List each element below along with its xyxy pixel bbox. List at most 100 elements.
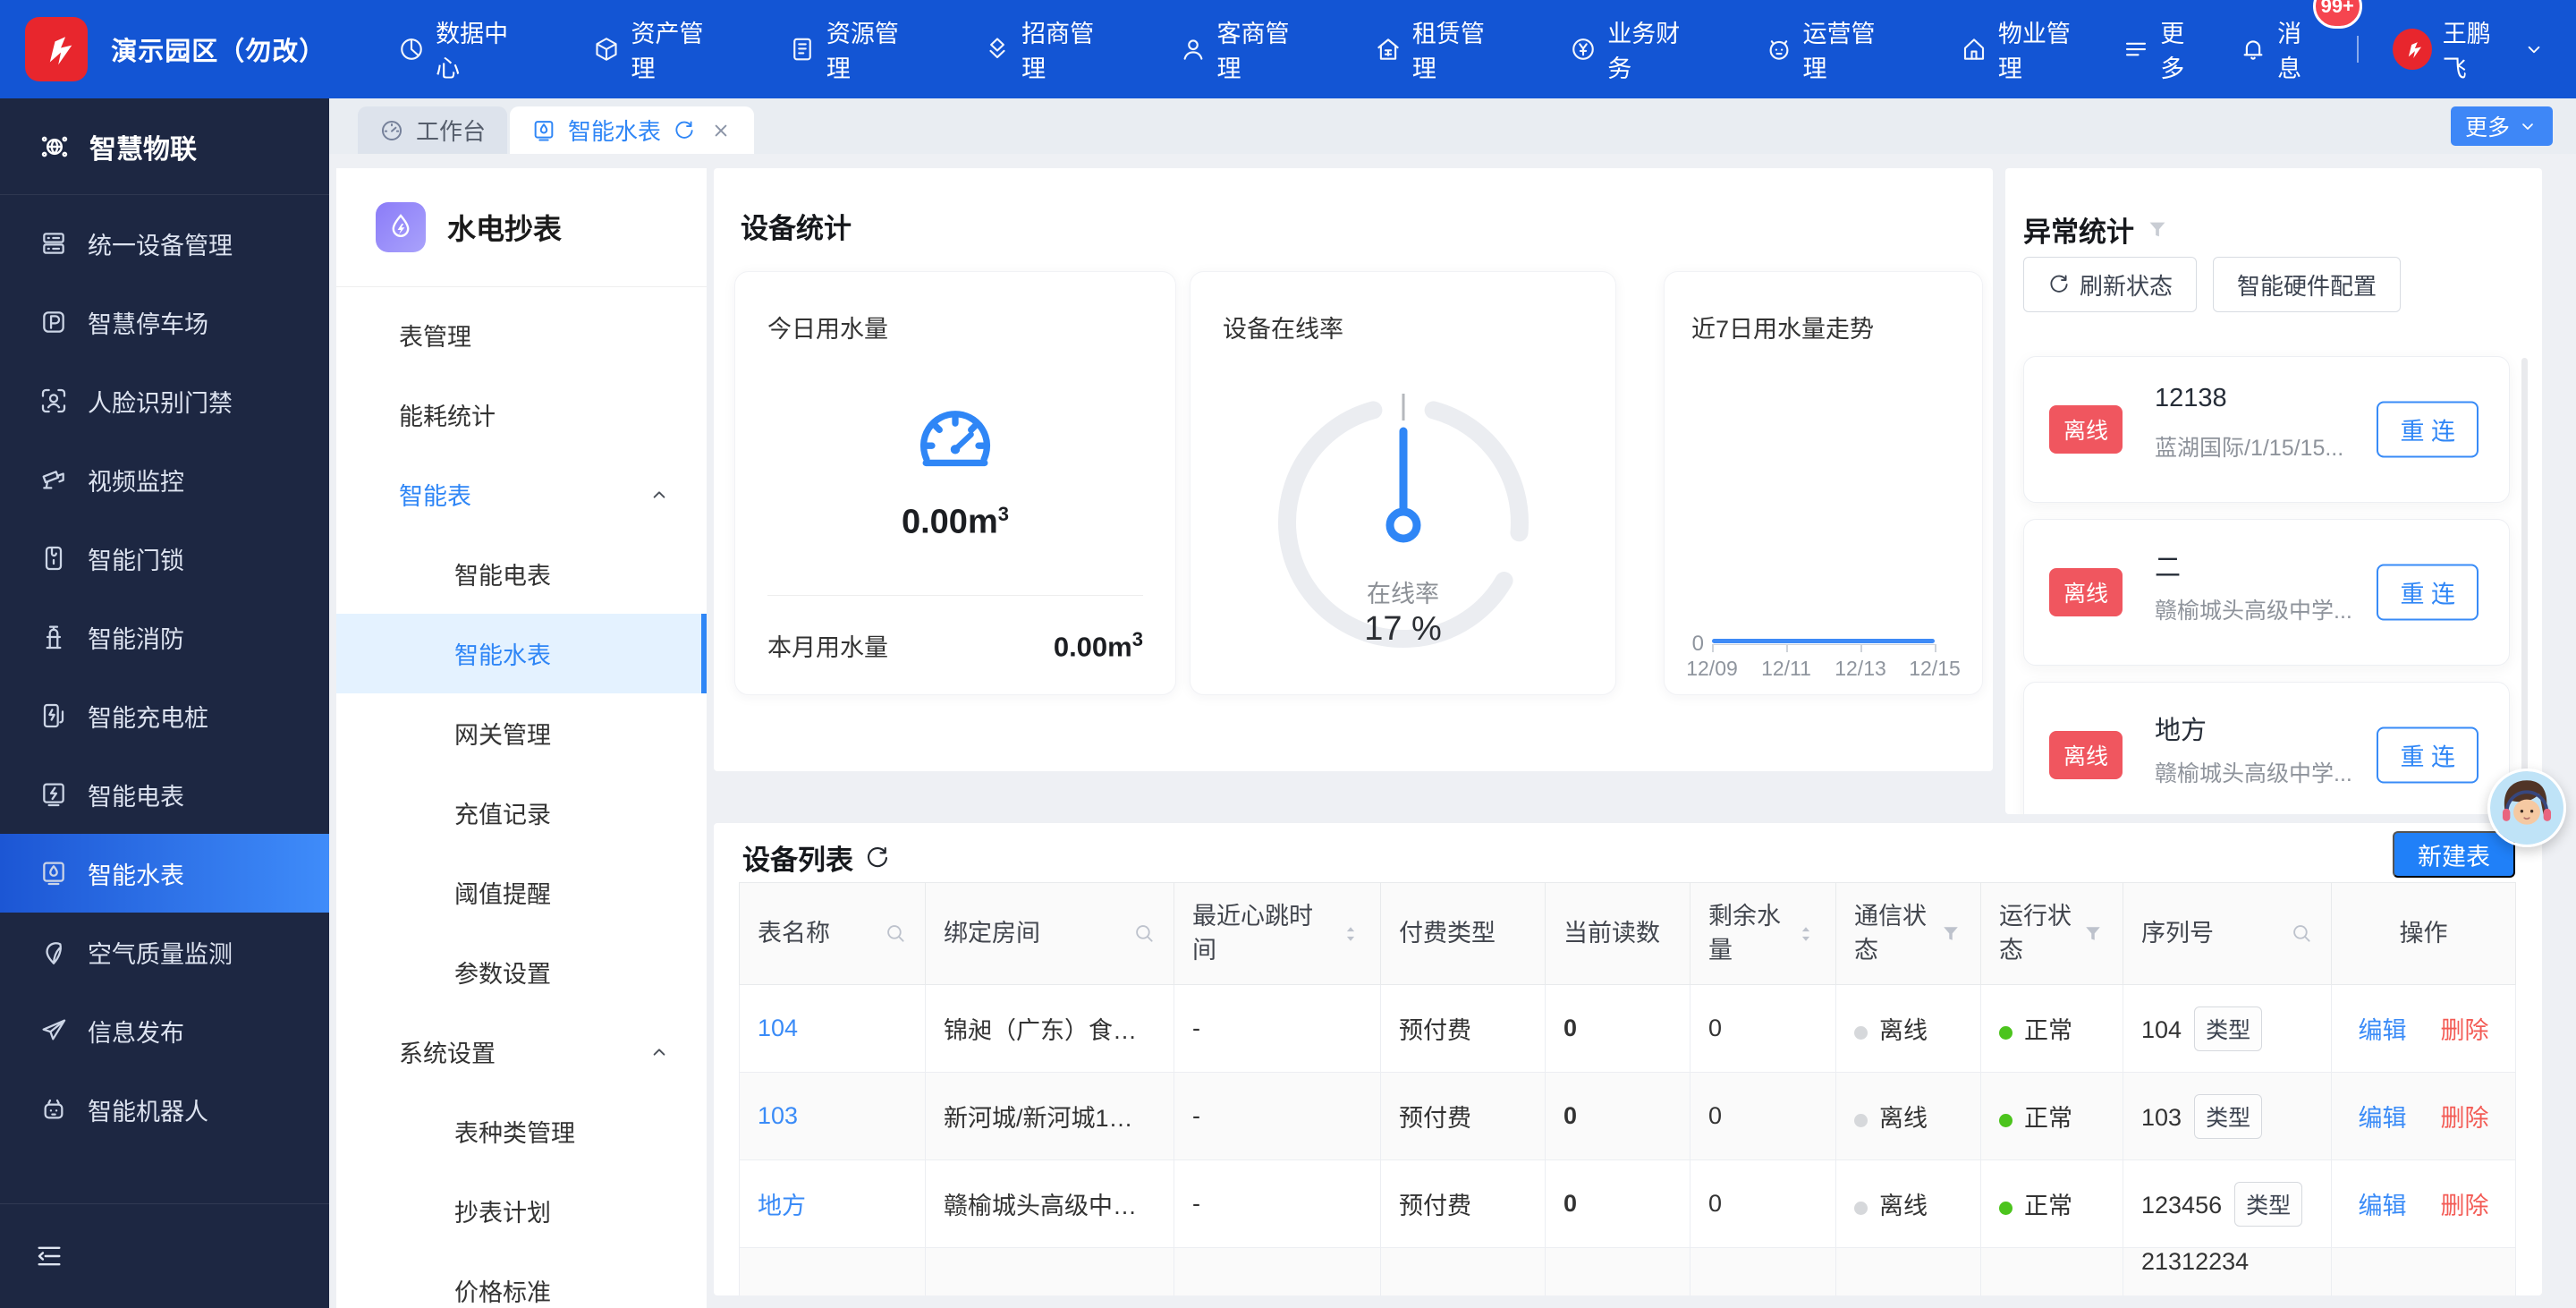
edit-link[interactable]: 编辑 [2359, 1186, 2407, 1221]
column-header[interactable]: 表名称 [740, 883, 926, 985]
sidebar-item-air[interactable]: 空气质量监测 [0, 913, 329, 991]
type-tag[interactable]: 类型 [2194, 1006, 2262, 1051]
edit-link[interactable]: 编辑 [2359, 1099, 2407, 1134]
tab-active[interactable]: 智能水表 [510, 106, 754, 154]
submenu-item[interactable]: 表种类管理 [336, 1091, 707, 1171]
filter-icon[interactable] [1939, 922, 1962, 946]
submenu-item[interactable]: 阈值提醒 [336, 853, 707, 932]
top-nav-item[interactable]: 客商管理 [1147, 0, 1342, 98]
app-logo[interactable] [25, 17, 88, 81]
invest-icon [984, 36, 1011, 63]
column-header[interactable]: 序列号 [2123, 883, 2332, 985]
submenu-item[interactable]: 智能电表 [336, 534, 707, 614]
messages-button[interactable]: 消息 99+ [2240, 14, 2323, 84]
column-header[interactable]: 运行状态 [1981, 883, 2123, 985]
search-icon[interactable] [884, 922, 907, 945]
search-icon[interactable] [1132, 922, 1156, 945]
meter-name-link[interactable]: 104 [758, 1015, 798, 1041]
top-nav-item[interactable]: 运营管理 [1733, 0, 1928, 98]
filter-icon[interactable] [2145, 217, 2170, 242]
offline-status-badge: 离线 [2049, 568, 2123, 616]
submenu-item[interactable]: 价格标准 [336, 1251, 707, 1308]
column-header[interactable]: 最近心跳时间 [1174, 883, 1381, 985]
top-nav-item[interactable]: 资源管理 [756, 0, 951, 98]
column-header[interactable]: 当前读数 [1546, 883, 1690, 985]
hardware-config-button[interactable]: 智能硬件配置 [2213, 257, 2401, 312]
sidebar-module-title[interactable]: 智慧物联 [0, 98, 329, 195]
assistant-avatar[interactable] [2487, 769, 2566, 847]
sidebar-item-charger[interactable]: 智能充电桩 [0, 676, 329, 755]
sidebar-collapse-button[interactable] [0, 1203, 329, 1308]
submenu-group[interactable]: 智能表 [336, 454, 707, 534]
column-header[interactable]: 通信状态 [1836, 883, 1981, 985]
delete-link[interactable]: 删除 [2441, 1099, 2489, 1134]
chevup-icon [648, 483, 671, 506]
search-icon[interactable] [2290, 922, 2313, 945]
sidebar-item-parking[interactable]: 智慧停车场 [0, 283, 329, 361]
tabbar-more-button[interactable]: 更多 [2451, 106, 2553, 146]
submenu-item[interactable]: 能耗统计 [336, 375, 707, 454]
sidebar-item-device[interactable]: 统一设备管理 [0, 204, 329, 283]
submenu-item[interactable]: 智能水表 [336, 614, 707, 693]
abnormal-device-name: 12138 [2155, 384, 2227, 413]
tab-inactive[interactable]: 工作台 [358, 106, 507, 154]
park-name[interactable]: 演示园区（勿改） [111, 30, 320, 68]
top-more-menu[interactable]: 更多 [2123, 14, 2206, 84]
reconnect-button[interactable]: 重 连 [2377, 565, 2479, 621]
sort-icon[interactable] [1339, 922, 1362, 946]
sidebar-item-label: 人脸识别门禁 [88, 384, 233, 419]
sidebar-item-lock[interactable]: 智能门锁 [0, 519, 329, 598]
heartbeat-cell: - [1174, 985, 1381, 1073]
submenu-group[interactable]: 系统设置 [336, 1012, 707, 1091]
column-header[interactable]: 付费类型 [1381, 883, 1546, 985]
sidebar-item-robot[interactable]: 智能机器人 [0, 1070, 329, 1149]
top-nav-item[interactable]: 资产管理 [560, 0, 755, 98]
submenu-item[interactable]: 表管理 [336, 295, 707, 375]
type-tag[interactable]: 类型 [2234, 1182, 2302, 1227]
reconnect-button[interactable]: 重 连 [2377, 727, 2479, 784]
type-tag[interactable]: 类型 [2194, 1094, 2262, 1139]
delete-link[interactable]: 删除 [2441, 1011, 2489, 1046]
month-usage-label: 本月用水量 [767, 628, 888, 663]
edit-link[interactable]: 编辑 [2359, 1011, 2407, 1046]
column-header[interactable]: 剩余水量 [1690, 883, 1836, 985]
create-meter-button[interactable]: 新建表 [2393, 831, 2515, 878]
top-nav-item[interactable]: 物业管理 [1928, 0, 2123, 98]
sidebar-item-face[interactable]: 人脸识别门禁 [0, 361, 329, 440]
column-header[interactable]: 操作 [2332, 883, 2516, 985]
collapse-icon[interactable] [34, 1241, 64, 1271]
top-nav-item[interactable]: 招商管理 [951, 0, 1146, 98]
delete-link[interactable]: 删除 [2441, 1186, 2489, 1221]
close-icon[interactable] [709, 119, 733, 142]
top-nav-item[interactable]: 业务财务 [1537, 0, 1732, 98]
menu-icon [2123, 36, 2149, 63]
sidebar-item-label: 智能机器人 [88, 1092, 208, 1127]
refresh-status-button[interactable]: 刷新状态 [2023, 257, 2197, 312]
user-menu[interactable]: 王鹏飞 [2393, 14, 2546, 84]
sidebar-item-wmeter[interactable]: 智能水表 [0, 834, 329, 913]
sidebar-item-label: 视频监控 [88, 463, 184, 497]
refresh-icon[interactable] [673, 119, 696, 142]
sidebar-item-hydrant[interactable]: 智能消防 [0, 598, 329, 676]
sidebar-item-camera[interactable]: 视频监控 [0, 440, 329, 519]
submenu-item[interactable]: 参数设置 [336, 932, 707, 1012]
top-nav-item[interactable]: 租赁管理 [1342, 0, 1537, 98]
refresh-icon[interactable] [864, 845, 891, 871]
sidebar-menu: 统一设备管理智慧停车场人脸识别门禁视频监控智能门锁智能消防智能充电桩智能电表智能… [0, 204, 329, 1149]
sidebar-item-emeter[interactable]: 智能电表 [0, 755, 329, 834]
camera-icon [39, 465, 68, 494]
top-nav-item[interactable]: 数据中心 [365, 0, 560, 98]
sidebar-item-send[interactable]: 信息发布 [0, 991, 329, 1070]
wmeter-icon [39, 859, 68, 888]
submenu-item[interactable]: 网关管理 [336, 693, 707, 773]
meter-name-link[interactable]: 103 [758, 1102, 798, 1129]
column-header[interactable]: 绑定房间 [926, 883, 1174, 985]
abnormal-scrollbar[interactable] [2521, 358, 2528, 805]
meter-name-link[interactable]: 地方 [758, 1193, 806, 1219]
submenu-item[interactable]: 充值记录 [336, 773, 707, 853]
abnormal-device-card: 离线 二 赣榆城头高级中学... 重 连 [2023, 519, 2510, 666]
sort-icon[interactable] [1794, 922, 1818, 946]
submenu-item[interactable]: 抄表计划 [336, 1171, 707, 1251]
reconnect-button[interactable]: 重 连 [2377, 402, 2479, 458]
filter-icon[interactable] [2081, 922, 2105, 946]
